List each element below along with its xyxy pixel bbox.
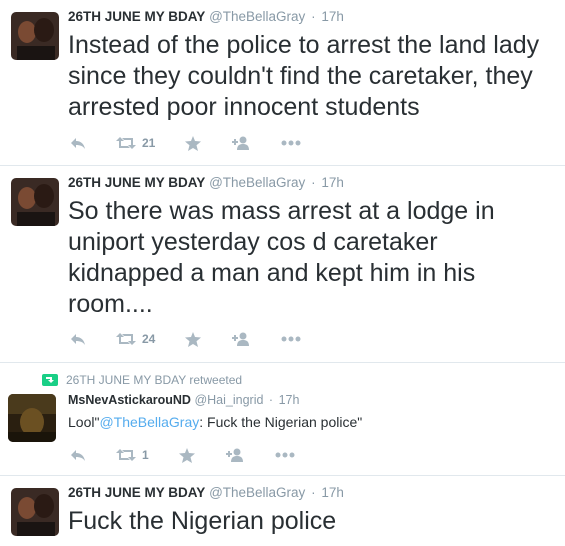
reply-button[interactable] xyxy=(70,135,86,151)
retweet-context: 26TH JUNE MY BDAY retweeted xyxy=(42,373,242,387)
tweet-actions: 21 xyxy=(70,135,331,151)
tweet-text: Lool"@TheBellaGray: Fuck the Nigerian po… xyxy=(68,413,555,431)
retweet-icon xyxy=(116,333,136,345)
retweet-button[interactable]: 1 xyxy=(116,447,149,463)
add-user-icon xyxy=(232,332,250,346)
author-handle[interactable]: @TheBellaGray xyxy=(209,485,305,500)
star-icon xyxy=(185,331,202,347)
star-icon xyxy=(185,135,202,151)
author-name[interactable]: MsNevAstickarouND xyxy=(68,393,191,407)
author-name[interactable]: 26TH JUNE MY BDAY xyxy=(68,485,205,500)
tweet-text: So there was mass arrest at a lodge in u… xyxy=(68,197,495,318)
timestamp[interactable]: 17h xyxy=(321,175,344,190)
retweet-button[interactable]: 24 xyxy=(116,331,155,347)
favorite-button[interactable] xyxy=(178,447,195,463)
tweet-header: 26TH JUNE MY BDAY @TheBellaGray · 17h xyxy=(68,9,344,24)
tweet-item[interactable]: 26TH JUNE MY BDAY @TheBellaGray · 17h Fu… xyxy=(0,476,565,546)
reply-button[interactable] xyxy=(70,447,86,463)
add-user-icon xyxy=(225,448,243,462)
more-button[interactable] xyxy=(281,135,301,151)
tweet-actions: 1 xyxy=(70,447,325,463)
author-handle[interactable]: @Hai_ingrid xyxy=(194,393,263,407)
author-name[interactable]: 26TH JUNE MY BDAY xyxy=(68,175,205,190)
author-name[interactable]: 26TH JUNE MY BDAY xyxy=(68,9,205,24)
avatar[interactable] xyxy=(11,488,59,536)
more-icon xyxy=(281,140,301,146)
separator: · xyxy=(311,175,316,190)
tweet-item[interactable]: 26TH JUNE MY BDAY retweeted MsNevAsticka… xyxy=(0,363,565,476)
tweet-timeline: 26TH JUNE MY BDAY @TheBellaGray · 17h In… xyxy=(0,0,565,546)
tweet-item[interactable]: 26TH JUNE MY BDAY @TheBellaGray · 17h In… xyxy=(0,0,565,166)
separator: · xyxy=(311,485,316,500)
tweet-header: 26TH JUNE MY BDAY @TheBellaGray · 17h xyxy=(68,485,344,500)
follow-button[interactable] xyxy=(231,135,251,151)
tweet-header: 26TH JUNE MY BDAY @TheBellaGray · 17h xyxy=(68,175,344,190)
retweet-icon xyxy=(116,449,136,461)
retweet-count: 24 xyxy=(142,332,156,346)
more-button[interactable] xyxy=(275,447,295,463)
mention-link[interactable]: @TheBellaGray xyxy=(99,414,199,430)
reply-icon xyxy=(71,450,85,461)
tweet-text-suffix: : Fuck the Nigerian police" xyxy=(199,414,363,430)
tweet-text: Instead of the police to arrest the land… xyxy=(68,31,540,121)
tweet-item[interactable]: 26TH JUNE MY BDAY @TheBellaGray · 17h So… xyxy=(0,166,565,363)
reply-icon xyxy=(71,334,85,345)
tweet-actions: 24 xyxy=(70,331,331,347)
timestamp[interactable]: 17h xyxy=(321,9,344,24)
retweeted-by-label[interactable]: 26TH JUNE MY BDAY retweeted xyxy=(66,373,242,387)
author-handle[interactable]: @TheBellaGray xyxy=(209,9,305,24)
follow-button[interactable] xyxy=(225,447,245,463)
retweet-button[interactable]: 21 xyxy=(116,135,155,151)
separator: · xyxy=(311,9,316,24)
reply-button[interactable] xyxy=(70,331,86,347)
avatar[interactable] xyxy=(8,394,56,442)
favorite-button[interactable] xyxy=(185,135,202,151)
retweet-icon xyxy=(42,374,58,386)
tweet-text: Fuck the Nigerian police xyxy=(68,507,337,535)
separator: · xyxy=(268,393,274,407)
tweet-text-prefix: Lool" xyxy=(68,414,100,430)
author-handle[interactable]: @TheBellaGray xyxy=(209,175,305,190)
retweet-count: 1 xyxy=(142,448,149,462)
reply-icon xyxy=(71,138,85,149)
star-icon xyxy=(178,447,195,463)
timestamp[interactable]: 17h xyxy=(321,485,344,500)
retweet-count: 21 xyxy=(142,136,156,150)
more-button[interactable] xyxy=(281,331,301,347)
favorite-button[interactable] xyxy=(185,331,202,347)
timestamp[interactable]: 17h xyxy=(279,393,300,407)
follow-button[interactable] xyxy=(231,331,251,347)
avatar[interactable] xyxy=(11,12,59,60)
add-user-icon xyxy=(232,136,250,150)
tweet-header: MsNevAstickarouND @Hai_ingrid · 17h xyxy=(68,393,299,407)
avatar[interactable] xyxy=(11,178,59,226)
more-icon xyxy=(281,336,301,342)
retweet-icon xyxy=(116,137,136,149)
more-icon xyxy=(275,452,295,458)
